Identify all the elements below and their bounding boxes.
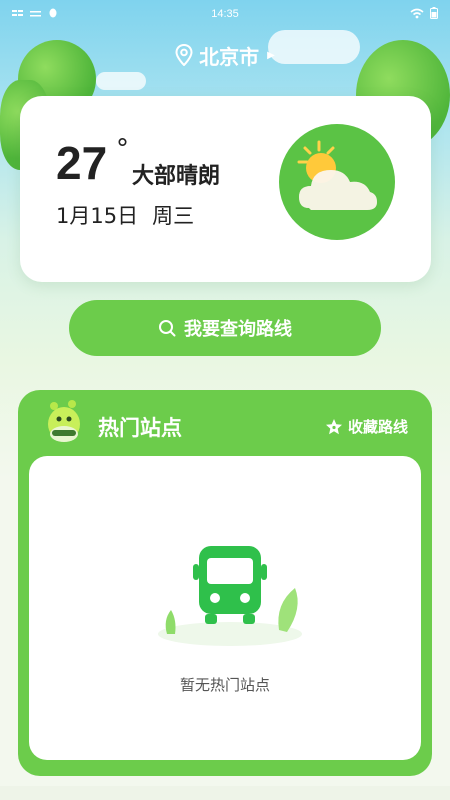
hot-stations-title: 热门站点 xyxy=(98,416,182,440)
date-text: 1月15日 xyxy=(56,204,139,228)
wifi-icon xyxy=(410,8,424,18)
battery-icon xyxy=(430,7,438,19)
query-route-label: 我要查询路线 xyxy=(184,319,292,340)
partly-cloudy-icon xyxy=(297,140,377,210)
status-right-icons xyxy=(410,7,438,19)
status-bar: 14:35 xyxy=(0,0,450,28)
weather-card: 27 ° 大部晴朗 1月15日 周三 xyxy=(20,96,431,282)
city-name: 北京市 xyxy=(199,44,260,69)
weekday-text: 周三 xyxy=(152,204,195,228)
weather-icon-badge xyxy=(279,124,395,240)
empty-state-text: 暂无热门站点 xyxy=(179,676,270,694)
background-cloud-small xyxy=(96,72,146,90)
bottom-strip xyxy=(0,786,450,800)
hot-stations-panel: 热门站点 收藏路线 暂无热门站点 xyxy=(18,390,432,776)
weather-condition: 大部晴朗 xyxy=(132,164,221,189)
date-row: 1月15日 周三 xyxy=(56,200,194,230)
favorite-icon xyxy=(325,418,342,434)
hot-stations-header: 热门站点 收藏路线 xyxy=(18,390,432,456)
location-pin-icon xyxy=(175,44,193,66)
status-time: 14:35 xyxy=(211,8,239,20)
degree-symbol: ° xyxy=(116,134,129,164)
favorite-routes-button[interactable]: 收藏路线 xyxy=(325,416,408,437)
mascot-icon xyxy=(48,400,80,442)
bus-icon xyxy=(158,546,302,646)
city-selector[interactable]: 北京市 ▶ xyxy=(0,40,450,70)
favorite-routes-label: 收藏路线 xyxy=(347,418,408,436)
temperature-value: 27 xyxy=(56,137,108,189)
query-route-button[interactable]: 我要查询路线 xyxy=(69,300,381,356)
hot-stations-content: 暂无热门站点 xyxy=(29,456,421,760)
search-icon xyxy=(159,320,176,337)
caret-right-icon: ▶ xyxy=(267,49,275,61)
